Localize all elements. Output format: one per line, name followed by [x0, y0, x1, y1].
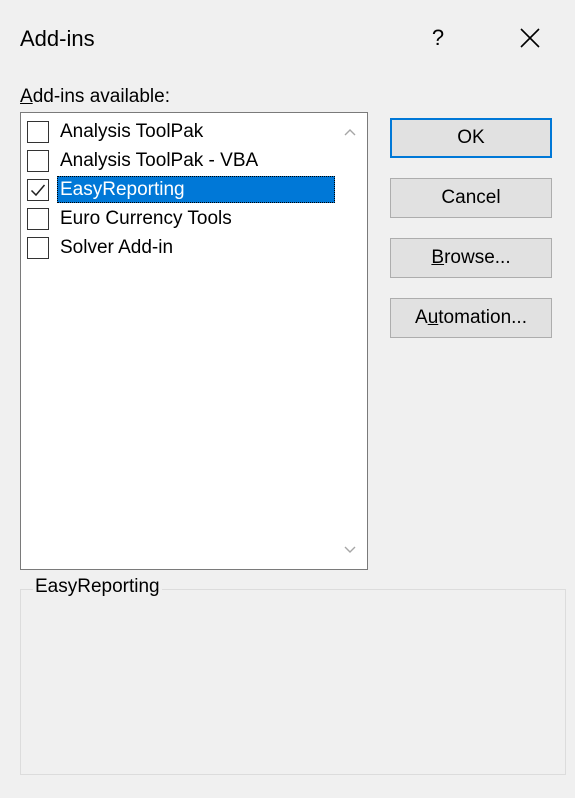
description-title: EasyReporting	[33, 574, 162, 600]
chevron-up-icon	[344, 129, 356, 136]
item-label: Euro Currency Tools	[60, 208, 232, 229]
add-ins-available-label: Add-ins available:	[20, 84, 170, 110]
automation-label-end: tomation...	[438, 307, 527, 328]
automation-accelerator: u	[427, 307, 439, 328]
help-button[interactable]: ?	[418, 16, 458, 60]
item-label: Analysis ToolPak - VBA	[60, 150, 259, 171]
description-group: EasyReporting	[20, 574, 566, 775]
ok-button[interactable]: OK	[390, 118, 552, 158]
list-item-analysis-toolpak-vba[interactable]: Analysis ToolPak - VBA	[25, 146, 335, 175]
checkbox-analysis-toolpak-vba[interactable]	[27, 150, 49, 172]
add-ins-dialog: Add-ins ? Add-ins available: Analysis To…	[0, 0, 575, 798]
scroll-up-button[interactable]	[337, 119, 363, 145]
list-item-easyreporting[interactable]: EasyReporting	[25, 175, 335, 204]
checkbox-easyreporting[interactable]	[27, 179, 49, 201]
list-item-analysis-toolpak[interactable]: Analysis ToolPak	[25, 117, 335, 146]
close-button[interactable]	[508, 16, 552, 60]
add-ins-list[interactable]: Analysis ToolPak Analysis ToolPak - VBA …	[20, 112, 368, 570]
dialog-title: Add-ins	[20, 26, 95, 51]
scroll-down-button[interactable]	[337, 537, 363, 563]
label-text: dd-ins available:	[32, 86, 170, 107]
chevron-down-icon	[344, 546, 356, 553]
item-label: Solver Add-in	[60, 237, 174, 258]
automation-label-start: A	[415, 307, 428, 328]
title-bar: Add-ins ?	[0, 0, 575, 80]
list-item-euro-currency-tools[interactable]: Euro Currency Tools	[25, 204, 335, 233]
automation-button[interactable]: Automation...	[390, 298, 552, 338]
cancel-button[interactable]: Cancel	[390, 178, 552, 218]
item-label: Analysis ToolPak	[60, 121, 204, 142]
label-accelerator: A	[20, 86, 33, 107]
browse-label: rowse...	[444, 247, 511, 268]
checkbox-analysis-toolpak[interactable]	[27, 121, 49, 143]
checkmark-icon	[30, 184, 46, 197]
browse-button[interactable]: Browse...	[390, 238, 552, 278]
checkbox-euro-currency-tools[interactable]	[27, 208, 49, 230]
checkbox-solver-add-in[interactable]	[27, 237, 49, 259]
close-icon	[520, 28, 540, 48]
item-label: EasyReporting	[57, 176, 335, 203]
browse-accelerator: B	[431, 247, 445, 268]
list-item-solver-add-in[interactable]: Solver Add-in	[25, 233, 335, 262]
